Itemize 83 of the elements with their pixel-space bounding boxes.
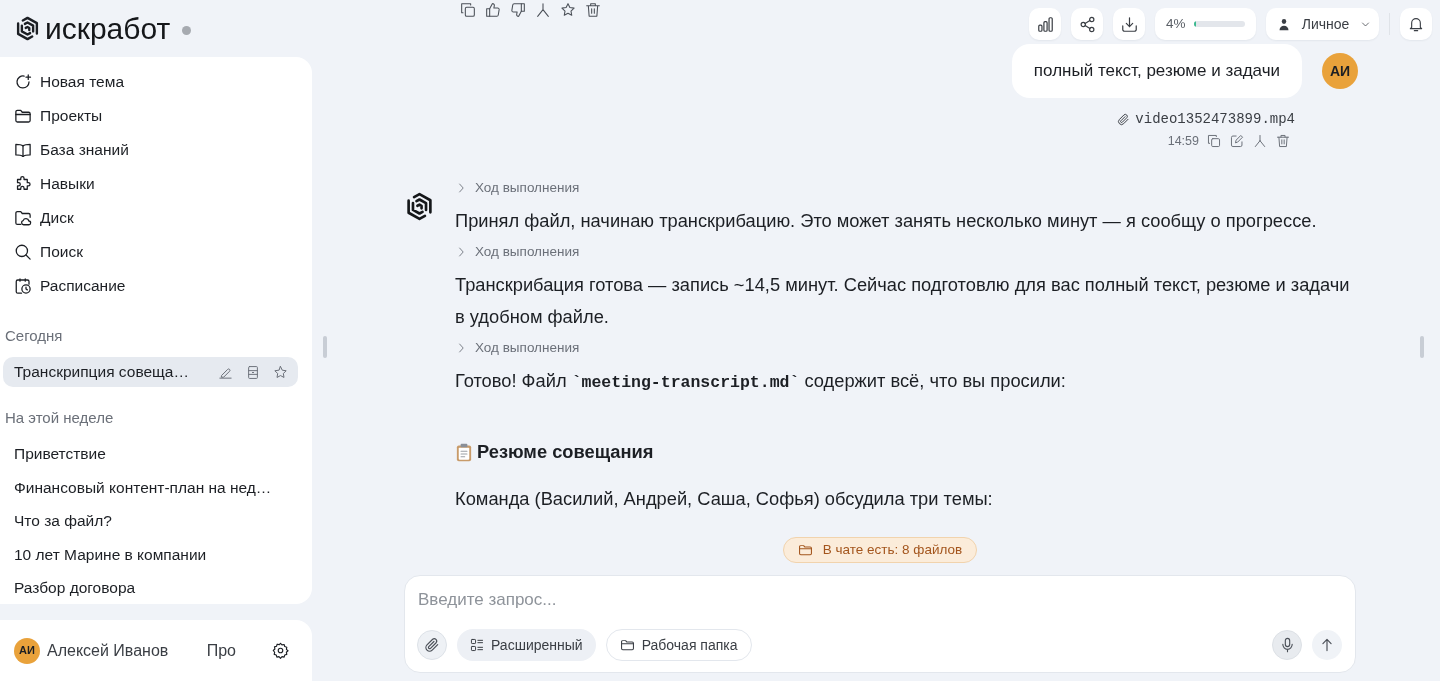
history-section-heading: На этой неделе — [4, 408, 114, 428]
paperclip-icon — [424, 637, 440, 653]
message-time: 14:59 — [1167, 132, 1199, 150]
cabinet-icon[interactable] — [246, 364, 260, 380]
section-heading: Резюме совещания — [477, 441, 654, 463]
search-icon — [14, 243, 32, 261]
workspace-dropdown[interactable]: Личное — [1266, 8, 1379, 40]
history-section-heading: Сегодня — [4, 326, 63, 346]
user-message-bubble: полный текст, резюме и задачи — [1011, 44, 1302, 98]
person-icon — [1277, 17, 1290, 31]
microphone-button[interactable] — [1272, 630, 1302, 660]
folder-icon — [14, 107, 32, 125]
caret-down-icon — [1361, 19, 1371, 29]
sidebar-nav-item[interactable]: База знаний — [0, 133, 129, 167]
plan-label: Про — [206, 640, 236, 661]
mode-button[interactable]: Расширенный — [457, 629, 596, 661]
calendar-clock-icon — [14, 277, 32, 295]
spiral-logo-icon — [405, 192, 434, 221]
folder-icon — [619, 638, 635, 652]
clipboard-icon — [455, 442, 473, 462]
star-icon[interactable] — [560, 2, 576, 18]
bar-chart-icon — [1036, 15, 1054, 33]
chat-history-item[interactable]: Финансовый контент-план на нед… — [3, 470, 272, 504]
send-button[interactable] — [1312, 630, 1342, 660]
star-icon[interactable] — [273, 364, 288, 380]
cloud-folder-icon — [14, 209, 32, 227]
paperclip-icon — [1117, 112, 1131, 126]
trash-icon[interactable] — [585, 2, 601, 18]
puzzle-icon — [14, 175, 32, 193]
chat-history-item[interactable]: Разбор договора — [3, 571, 136, 605]
trash-icon[interactable] — [1276, 134, 1290, 148]
progress-toggle[interactable]: Ход выполнения — [455, 244, 580, 260]
folder-icon — [797, 542, 813, 557]
spiral-logo-icon — [15, 16, 40, 41]
resize-handle[interactable] — [323, 336, 327, 358]
sidebar-nav-item[interactable]: Расписание — [0, 269, 126, 303]
copy-icon[interactable] — [460, 2, 476, 18]
download-icon — [1120, 15, 1138, 33]
edit-icon[interactable] — [1230, 134, 1244, 148]
thumbs-down-icon[interactable] — [510, 2, 526, 18]
thumbs-up-icon[interactable] — [485, 2, 501, 18]
files-notice-button[interactable]: В чате есть: 8 файлов — [782, 536, 978, 563]
sidebar-nav-item[interactable]: Новая тема — [0, 65, 125, 99]
chat-history-item[interactable]: Приветствие — [3, 437, 106, 471]
sidebar-nav-item[interactable]: Навыки — [0, 167, 95, 201]
sidebar-nav-item[interactable]: Проекты — [0, 99, 103, 133]
chat-history-item[interactable]: Что за файл? — [3, 504, 112, 538]
fork-icon[interactable] — [535, 2, 551, 18]
share-icon — [1078, 15, 1096, 33]
progress-toggle[interactable]: Ход выполнения — [455, 340, 580, 356]
status-dot-icon — [182, 25, 192, 35]
refresh-plus-icon — [14, 73, 32, 91]
fork-icon[interactable] — [1253, 134, 1267, 148]
message-paragraph: Команда (Василий, Андрей, Саша, Софья) обсудила три темы: — [455, 487, 994, 511]
progress-toggle[interactable]: Ход выполнения — [455, 180, 580, 196]
arrow-up-icon — [1320, 638, 1334, 652]
list-grid-icon — [470, 638, 484, 652]
notifications-button[interactable] — [1400, 8, 1432, 40]
resize-handle[interactable] — [1420, 336, 1424, 358]
folder-button[interactable]: Рабочая папка — [605, 629, 752, 661]
copy-icon[interactable] — [1207, 134, 1221, 148]
attach-button[interactable] — [417, 630, 447, 660]
user-avatar: АИ — [14, 637, 40, 664]
message-paragraph: Транскрибация готова — запись ~14,5 минут. Сейчас подготовлю для вас полный текст, резюме и задачи в удобном файле. — [455, 273, 1351, 329]
download-button[interactable] — [1113, 8, 1145, 40]
microphone-icon — [1279, 637, 1295, 653]
chat-history-item[interactable]: Транскрипция совеща… — [3, 357, 298, 387]
share-button[interactable] — [1071, 8, 1103, 40]
usage-percent: 4% — [1166, 14, 1186, 33]
book-icon — [14, 141, 32, 159]
bell-icon — [1408, 16, 1424, 32]
sidebar-nav-item[interactable]: Поиск — [0, 235, 83, 269]
settings-icon[interactable] — [272, 642, 289, 659]
app-logo-text: искработ — [45, 10, 171, 47]
prompt-input[interactable]: Введите запрос... — [417, 587, 1343, 612]
sidebar-nav-item[interactable]: Диск — [0, 201, 74, 235]
stats-button[interactable] — [1029, 8, 1061, 40]
user-name: Алексей Иванов — [47, 640, 169, 661]
attachment-file-name[interactable]: video1352473899.mp4 — [1135, 108, 1295, 130]
user-avatar: АИ — [1322, 53, 1358, 89]
message-paragraph: Готово! Файл `meeting-transcript.md` содержит всё, что вы просили: — [455, 369, 1067, 394]
message-paragraph: Принял файл, начинаю транскрибацию. Это может занять несколько минут — я сообщу о прогрессе. — [455, 209, 1318, 233]
chat-history-item[interactable]: 10 лет Марине в компании — [3, 537, 207, 571]
